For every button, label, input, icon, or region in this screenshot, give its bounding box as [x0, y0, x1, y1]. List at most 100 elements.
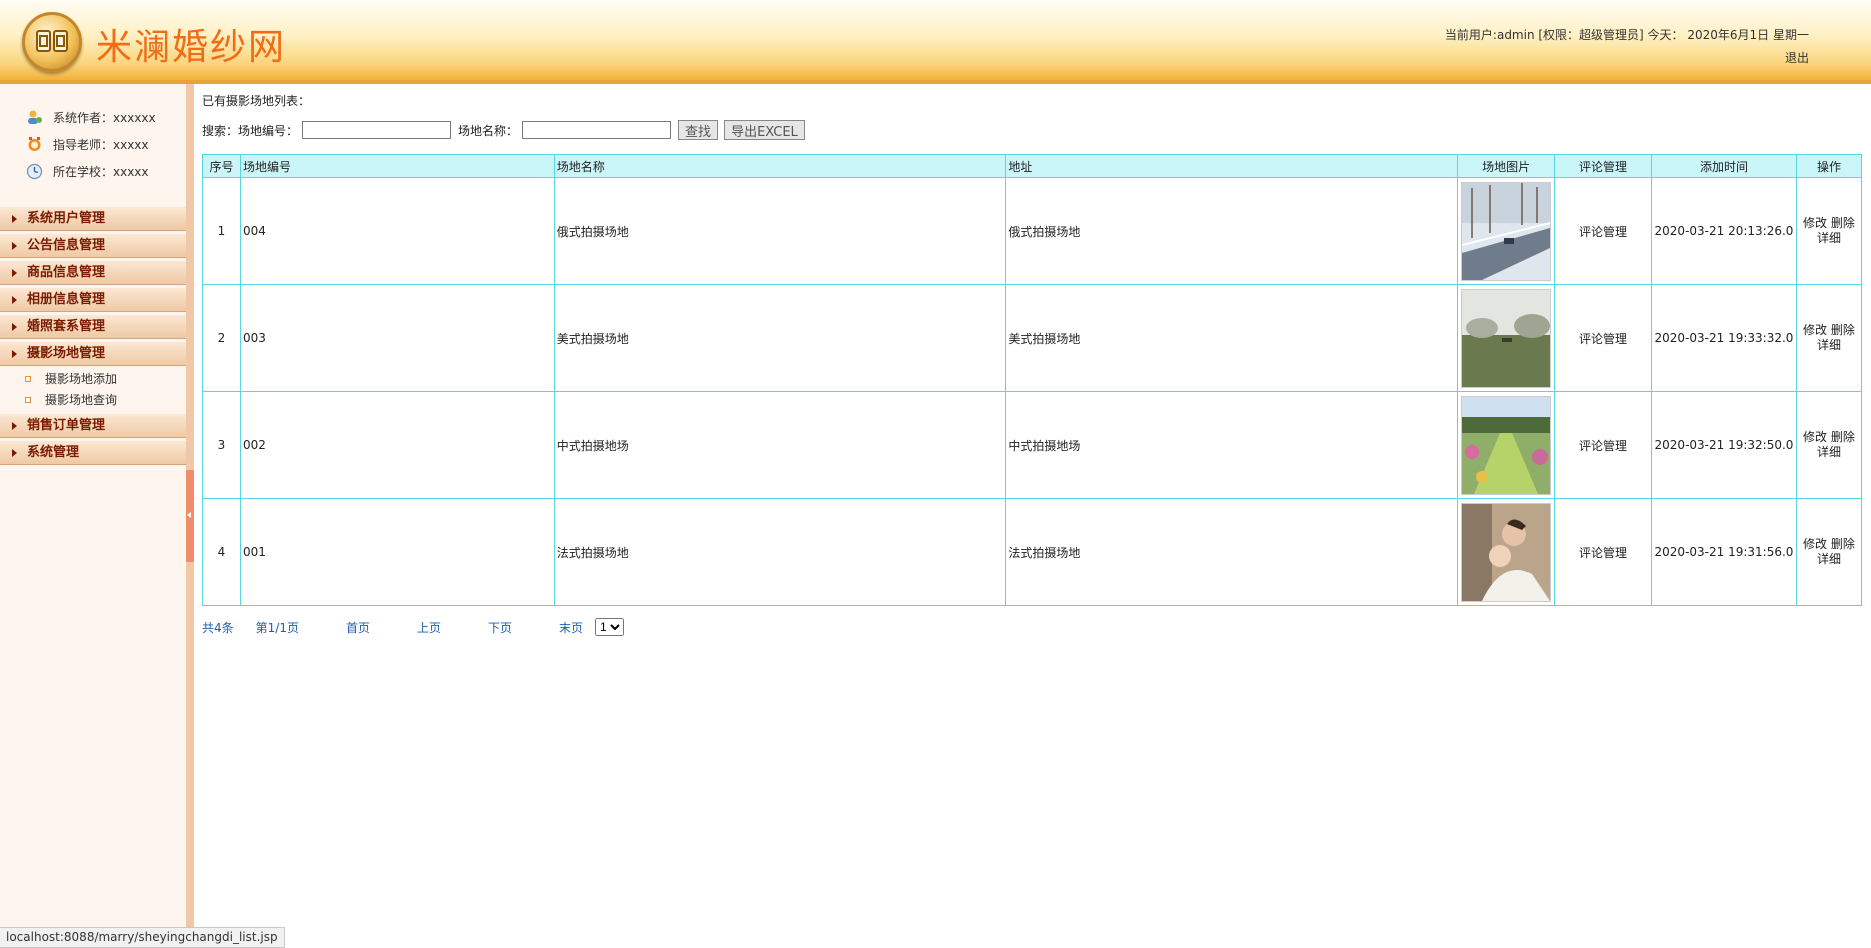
cell-name: 法式拍摄场地 [553, 498, 1007, 606]
delete-link[interactable]: 删除 [1831, 430, 1855, 444]
bullet-icon [25, 376, 31, 382]
last-page-link[interactable]: 末页 [559, 619, 583, 636]
menu-photo-venues[interactable]: 摄影场地管理 [0, 342, 186, 366]
cell-comment: 评论管理 [1554, 284, 1653, 392]
table-row: 2 003 美式拍摄场地 美式拍摄场地 评论管理 2020-03-21 19:3… [202, 284, 1863, 392]
search-label: 搜索： [202, 123, 239, 138]
pagination: 共4条 第1/1页 首页 上页 下页 末页 1 [202, 618, 625, 636]
col-header-image: 场地图片 [1457, 154, 1556, 178]
page-select[interactable]: 1 [595, 618, 625, 636]
author-info: 系统作者：xxxxxx 指导老师：xxxxx 所在学校：xxxxx [26, 104, 186, 185]
caret-right-icon [12, 242, 17, 250]
detail-link[interactable]: 详细 [1817, 445, 1841, 459]
comment-manage-link[interactable]: 评论管理 [1579, 332, 1627, 346]
menu-system-users[interactable]: 系统用户管理 [0, 207, 186, 231]
menu-announcements[interactable]: 公告信息管理 [0, 234, 186, 258]
col-header-address: 地址 [1005, 154, 1459, 178]
school-icon [26, 163, 43, 180]
logout-link[interactable]: 退出 [1785, 49, 1809, 66]
cell-time: 2020-03-21 19:32:50.0 [1651, 391, 1797, 499]
detail-link[interactable]: 详细 [1817, 552, 1841, 566]
caret-right-icon [12, 350, 17, 358]
cell-image [1457, 284, 1556, 392]
menu-albums[interactable]: 相册信息管理 [0, 288, 186, 312]
info-teacher: 指导老师：xxxxx [26, 131, 186, 158]
venue-code-label: 场地编号： [238, 123, 299, 138]
caret-right-icon [12, 449, 17, 457]
cell-index: 1 [202, 177, 241, 285]
submenu-query-venue[interactable]: 摄影场地查询 [0, 390, 186, 411]
caret-right-icon [12, 215, 17, 223]
detail-link[interactable]: 详细 [1817, 338, 1841, 352]
search-bar: 搜索： 场地编号： 场地名称： 查找 导出EXCEL [202, 120, 811, 140]
sidebar-menu: 系统用户管理 公告信息管理 商品信息管理 相册信息管理 婚照套系管理 摄影场地管… [0, 207, 186, 465]
delete-link[interactable]: 删除 [1831, 537, 1855, 551]
user-info: 当前用户:admin [权限：超级管理员] 今天： 2020年6月1日 星期一 [1444, 28, 1809, 42]
edit-link[interactable]: 修改 [1803, 537, 1827, 551]
cell-actions: 修改 删除 详细 [1795, 498, 1863, 606]
caret-right-icon [12, 296, 17, 304]
cell-code: 003 [239, 284, 555, 392]
table-row: 3 002 中式拍摄地场 中式拍摄地场 评论管理 2020-03-21 19:3… [202, 391, 1863, 499]
cell-actions: 修改 删除 详细 [1795, 284, 1863, 392]
garden-path-photo[interactable] [1461, 395, 1552, 495]
venue-table: 序号 场地编号 场地名称 地址 场地图片 评论管理 添加时间 操作 1 004 … [202, 154, 1863, 606]
sidebar-collapse-toggle[interactable] [186, 470, 194, 562]
venue-code-input[interactable] [302, 121, 452, 139]
couple-photo[interactable] [1461, 502, 1552, 602]
site-title: 米澜婚纱网 [96, 27, 287, 68]
cell-actions: 修改 删除 详细 [1795, 391, 1863, 499]
export-excel-button[interactable]: 导出EXCEL [724, 120, 805, 140]
info-author: 系统作者：xxxxxx [26, 104, 186, 131]
cell-time: 2020-03-21 20:13:26.0 [1651, 177, 1797, 285]
table-row: 1 004 俄式拍摄场地 俄式拍摄场地 评论管理 2020-03-21 20:1… [202, 177, 1863, 285]
comment-manage-link[interactable]: 评论管理 [1579, 546, 1627, 560]
cell-address: 俄式拍摄场地 [1005, 177, 1459, 285]
cell-index: 2 [202, 284, 241, 392]
cell-index: 4 [202, 498, 241, 606]
venue-name-input[interactable] [522, 121, 672, 139]
delete-link[interactable]: 删除 [1831, 323, 1855, 337]
comment-manage-link[interactable]: 评论管理 [1579, 439, 1627, 453]
menu-wedding-packages[interactable]: 婚照套系管理 [0, 315, 186, 339]
cell-comment: 评论管理 [1554, 391, 1653, 499]
cell-address: 中式拍摄地场 [1005, 391, 1459, 499]
cell-image [1457, 498, 1556, 606]
author-icon [26, 109, 43, 126]
cell-name: 俄式拍摄场地 [553, 177, 1007, 285]
menu-products[interactable]: 商品信息管理 [0, 261, 186, 285]
page-indicator: 第1/1页 [255, 620, 299, 635]
edit-link[interactable]: 修改 [1803, 430, 1827, 444]
next-page-link[interactable]: 下页 [488, 619, 512, 636]
cell-address: 美式拍摄场地 [1005, 284, 1459, 392]
foggy-field-photo[interactable] [1461, 288, 1552, 388]
cell-comment: 评论管理 [1554, 177, 1653, 285]
site-logo-icon [22, 12, 82, 72]
prev-page-link[interactable]: 上页 [417, 619, 441, 636]
cell-time: 2020-03-21 19:33:32.0 [1651, 284, 1797, 392]
info-school: 所在学校：xxxxx [26, 158, 186, 185]
delete-link[interactable]: 删除 [1831, 216, 1855, 230]
menu-sales-orders[interactable]: 销售订单管理 [0, 414, 186, 438]
find-button[interactable]: 查找 [678, 120, 719, 140]
col-header-time: 添加时间 [1651, 154, 1797, 178]
table-row: 4 001 法式拍摄场地 法式拍摄场地 评论管理 2020-03-21 19:3… [202, 498, 1863, 606]
cell-image [1457, 177, 1556, 285]
cell-comment: 评论管理 [1554, 498, 1653, 606]
edit-link[interactable]: 修改 [1803, 323, 1827, 337]
col-header-comment: 评论管理 [1554, 154, 1653, 178]
col-header-name: 场地名称 [553, 154, 1007, 178]
menu-system[interactable]: 系统管理 [0, 441, 186, 465]
col-header-index: 序号 [202, 154, 241, 178]
first-page-link[interactable]: 首页 [346, 619, 370, 636]
col-header-code: 场地编号 [239, 154, 555, 178]
caret-right-icon [12, 422, 17, 430]
venue-name-label: 场地名称： [458, 123, 519, 138]
comment-manage-link[interactable]: 评论管理 [1579, 225, 1627, 239]
detail-link[interactable]: 详细 [1817, 231, 1841, 245]
snowy-road-photo[interactable] [1461, 181, 1552, 281]
col-header-actions: 操作 [1795, 154, 1863, 178]
cell-image [1457, 391, 1556, 499]
submenu-add-venue[interactable]: 摄影场地添加 [0, 369, 186, 390]
edit-link[interactable]: 修改 [1803, 216, 1827, 230]
